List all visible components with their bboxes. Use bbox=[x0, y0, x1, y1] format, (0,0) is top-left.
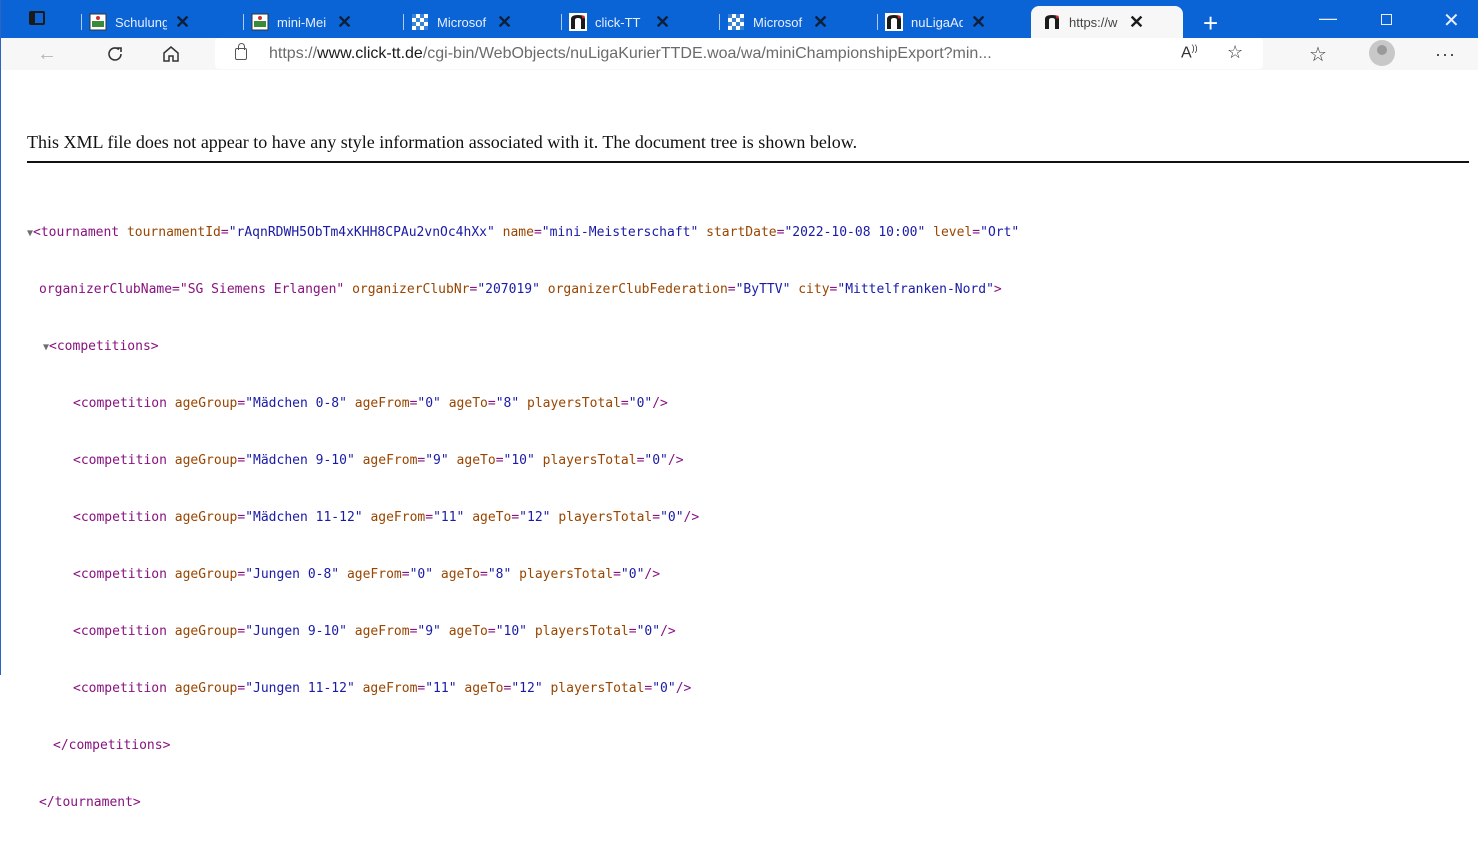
xml-line: organizerClubName="SG Siemens Erlangen" … bbox=[27, 280, 1019, 299]
tab-label: mini-Mei bbox=[277, 14, 327, 30]
home-icon[interactable] bbox=[161, 40, 181, 68]
click-tt-icon bbox=[1045, 15, 1059, 29]
xml-competition: <competition ageGroup="Jungen 9-10" ageF… bbox=[73, 624, 676, 639]
bavaria-icon bbox=[728, 14, 744, 30]
xml-line: </tournament> bbox=[27, 793, 1019, 812]
tab-1[interactable]: Schulung ✕ bbox=[81, 6, 229, 38]
new-tab-button[interactable]: + bbox=[1203, 8, 1218, 39]
xml-root-attrs: organizerClubName="SG Siemens Erlangen" … bbox=[39, 282, 1002, 297]
browser-window: Schulung ✕ mini-Mei ✕ Microsof ✕ click-T… bbox=[0, 0, 1478, 810]
tab-separator bbox=[403, 14, 404, 30]
close-icon[interactable]: ✕ bbox=[813, 12, 828, 33]
close-icon[interactable]: ✕ bbox=[497, 12, 512, 33]
tab-active[interactable]: https://w ✕ bbox=[1031, 6, 1183, 38]
tab-separator bbox=[81, 14, 82, 30]
xml-competition: <competition ageGroup="Mädchen 9-10" age… bbox=[73, 453, 684, 468]
bavaria-icon bbox=[412, 14, 428, 30]
tab-label: https://w bbox=[1069, 14, 1118, 30]
tab-5[interactable]: Microsof ✕ bbox=[719, 6, 867, 38]
tab-label: click-TT bbox=[595, 14, 641, 30]
tt-club-icon bbox=[89, 13, 107, 31]
url-text[interactable]: https://www.click-tt.de/cgi-bin/WebObjec… bbox=[269, 45, 992, 63]
tab-separator bbox=[243, 14, 244, 30]
minimize-button[interactable]: — bbox=[1319, 8, 1337, 29]
xml-competition: <competition ageGroup="Mädchen 0-8" ageF… bbox=[73, 396, 668, 411]
close-icon[interactable]: ✕ bbox=[655, 12, 670, 33]
add-favorite-icon[interactable]: ☆ bbox=[1227, 42, 1243, 63]
maximize-button[interactable] bbox=[1381, 9, 1392, 30]
xml-line: ▼<tournament tournamentId="rAqnRDWH5ObTm… bbox=[27, 223, 1019, 242]
navigation-toolbar: ← https://www.click-tt.de/cgi-bin/WebObj… bbox=[1, 38, 1478, 70]
lock-icon[interactable] bbox=[235, 42, 247, 60]
address-bar[interactable]: https://www.click-tt.de/cgi-bin/WebObjec… bbox=[215, 38, 1263, 69]
xml-tree: ▼<tournament tournamentId="rAqnRDWH5ObTm… bbox=[27, 185, 1019, 850]
click-tt-icon bbox=[885, 13, 903, 31]
xml-root-close: </tournament> bbox=[39, 795, 141, 810]
tab-label: Schulung bbox=[115, 14, 167, 30]
tt-club-icon bbox=[251, 13, 269, 31]
close-icon[interactable]: ✕ bbox=[337, 12, 352, 33]
profile-avatar[interactable] bbox=[1369, 40, 1395, 66]
tab-6[interactable]: nuLigaAd ✕ bbox=[877, 6, 1025, 38]
tab-actions-icon[interactable] bbox=[29, 11, 45, 25]
close-icon[interactable]: ✕ bbox=[175, 12, 190, 33]
tab-separator bbox=[561, 14, 562, 30]
xml-root-open: <tournament tournamentId="rAqnRDWH5ObTm4… bbox=[33, 225, 1020, 240]
tab-label: Microsof bbox=[753, 14, 803, 30]
divider bbox=[27, 161, 1469, 163]
tab-label: nuLigaAd bbox=[911, 14, 963, 30]
tab-2[interactable]: mini-Mei ✕ bbox=[243, 6, 391, 38]
favorites-icon[interactable]: ☆ bbox=[1309, 40, 1327, 68]
tab-separator bbox=[877, 14, 878, 30]
xml-competitions-close: </competitions> bbox=[53, 738, 171, 753]
more-options-icon[interactable]: ··· bbox=[1435, 40, 1456, 68]
tab-strip: Schulung ✕ mini-Mei ✕ Microsof ✕ click-T… bbox=[1, 0, 1478, 70]
tab-bar: Schulung ✕ mini-Mei ✕ Microsof ✕ click-T… bbox=[1, 0, 1478, 38]
tab-label: Microsof bbox=[437, 14, 487, 30]
xml-competition: <competition ageGroup="Jungen 11-12" age… bbox=[73, 681, 692, 696]
maximize-icon bbox=[1381, 14, 1392, 25]
read-aloud-icon[interactable]: A)) bbox=[1181, 43, 1198, 62]
click-tt-icon bbox=[569, 13, 587, 31]
xml-competition: <competition ageGroup="Jungen 0-8" ageFr… bbox=[73, 567, 661, 582]
tab-3[interactable]: Microsof ✕ bbox=[403, 6, 551, 38]
tab-separator bbox=[719, 14, 720, 30]
xml-competition: <competition ageGroup="Mädchen 11-12" ag… bbox=[73, 510, 700, 525]
back-arrow-icon[interactable]: ← bbox=[37, 40, 57, 68]
xml-competitions-open: <competitions> bbox=[49, 339, 159, 354]
xml-notice: This XML file does not appear to have an… bbox=[27, 132, 858, 152]
refresh-icon[interactable] bbox=[105, 40, 125, 68]
close-icon[interactable]: ✕ bbox=[971, 12, 986, 33]
close-icon[interactable]: ✕ bbox=[1129, 12, 1144, 33]
xml-line: ▼<competitions> bbox=[27, 337, 1019, 356]
close-window-button[interactable]: ✕ bbox=[1443, 8, 1460, 33]
tab-4[interactable]: click-TT ✕ bbox=[561, 6, 709, 38]
xml-line: </competitions> bbox=[27, 736, 1019, 755]
